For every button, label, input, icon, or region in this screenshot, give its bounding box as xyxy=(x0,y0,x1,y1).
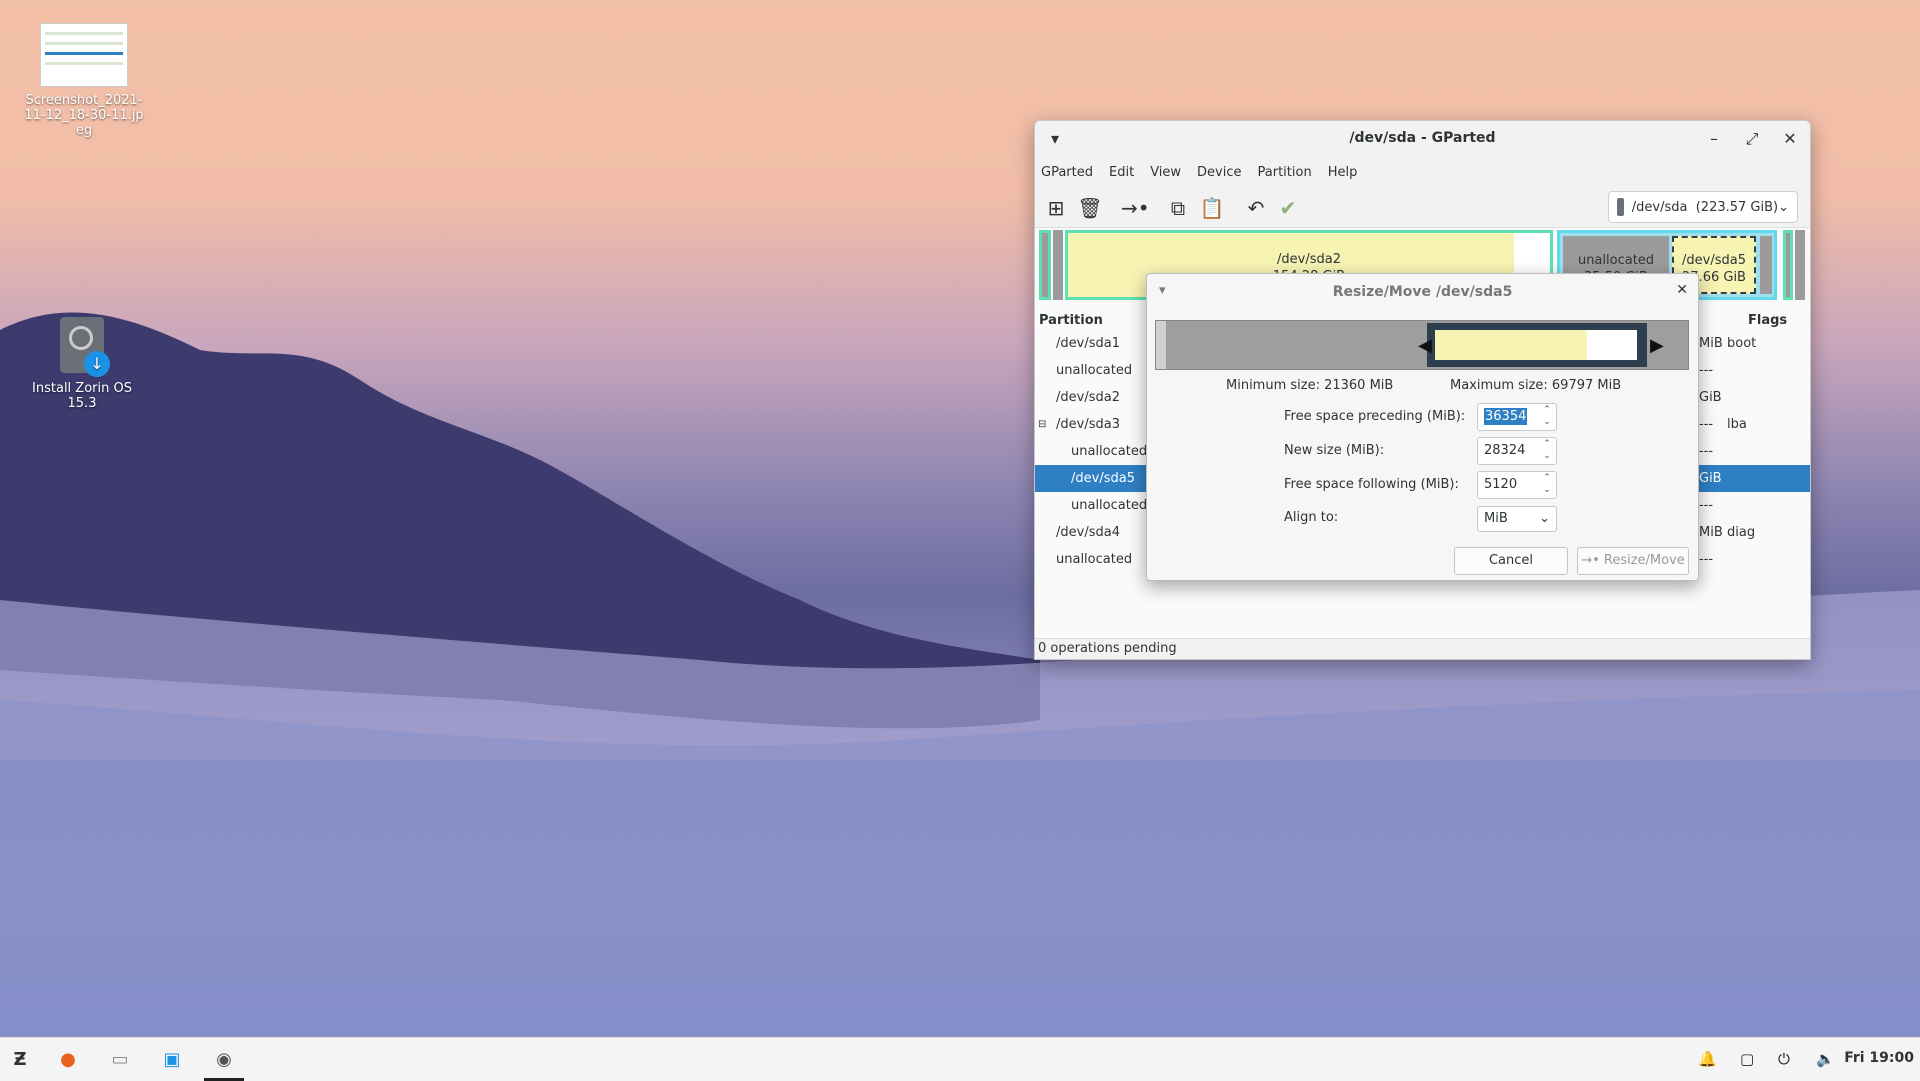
desktop-icon-label: Install Zorin OS 15.3 xyxy=(32,381,132,411)
status-bar: 0 operations pending xyxy=(1035,638,1810,659)
device-selector-label: /dev/sda (223.57 GiB) xyxy=(1631,199,1779,215)
menu-help[interactable]: Help xyxy=(1328,165,1358,180)
resize-move-label: Resize/Move xyxy=(1603,553,1685,568)
preceding-spinner[interactable]: 36354 ⌃ ⌄ xyxy=(1477,403,1557,431)
used-space xyxy=(1435,330,1587,360)
resize-move-icon: →• xyxy=(1581,553,1600,568)
column-partition[interactable]: Partition xyxy=(1039,313,1103,328)
maximize-icon[interactable]: ⤢ xyxy=(1740,127,1764,151)
close-icon[interactable]: ✕ xyxy=(1676,282,1688,298)
following-label: Free space following (MiB): xyxy=(1284,477,1459,492)
chevron-down-icon: ⌄ xyxy=(1539,511,1550,526)
desktop-icon-label: Screenshot_2021-11-12_18-30-11.jpeg xyxy=(24,93,144,138)
cancel-button[interactable]: Cancel xyxy=(1454,547,1568,575)
max-size-label: Maximum size: 69797 MiB xyxy=(1450,378,1622,393)
new-size-spinner[interactable]: 28324 ⌃ ⌄ xyxy=(1477,437,1557,465)
window-title: /dev/sda - GParted xyxy=(1349,130,1496,146)
paste-icon[interactable]: 📋 xyxy=(1199,195,1225,221)
preceding-value[interactable]: 36354 xyxy=(1484,408,1528,425)
desktop-icon-install-zorin[interactable]: ↓ Install Zorin OS 15.3 xyxy=(22,317,142,411)
menu-bar: GParted Edit View Device Partition Help xyxy=(1035,157,1810,187)
menu-partition[interactable]: Partition xyxy=(1258,165,1312,180)
taskbar: Ƶ ● ▭ ▣ ◉ 🔔 ▢ ⏻ 🔈 Fri 19:00 xyxy=(0,1037,1920,1081)
spin-arrows-icon[interactable]: ⌃ ⌄ xyxy=(1540,438,1554,462)
zorin-menu-icon[interactable]: Ƶ xyxy=(6,1046,34,1074)
dialog-title: Resize/Move /dev/sda5 xyxy=(1332,284,1513,300)
device-selector[interactable]: /dev/sda (223.57 GiB) ⌄ xyxy=(1608,191,1798,223)
desktop-icon-screenshot[interactable]: Screenshot_2021-11-12_18-30-11.jpeg xyxy=(24,23,144,138)
close-icon[interactable]: ✕ xyxy=(1778,127,1802,151)
unallocated-bar[interactable] xyxy=(1795,230,1805,300)
clock[interactable]: Fri 19:00 xyxy=(1844,1050,1914,1066)
collapse-icon[interactable]: ⊟ xyxy=(1038,411,1046,438)
gparted-taskbar-icon[interactable]: ◉ xyxy=(210,1046,238,1074)
menu-device[interactable]: Device xyxy=(1197,165,1241,180)
align-label: Align to: xyxy=(1284,510,1339,525)
unallocated-bar[interactable] xyxy=(1053,230,1063,300)
spin-arrows-icon[interactable]: ⌃ ⌄ xyxy=(1540,404,1554,428)
volume-icon[interactable]: 🔈 xyxy=(1816,1050,1835,1068)
copy-icon[interactable]: ⧉ xyxy=(1165,195,1191,221)
free-space xyxy=(1587,330,1637,360)
image-thumbnail-icon xyxy=(40,23,128,87)
new-size-value[interactable]: 28324 xyxy=(1484,443,1525,458)
menu-view[interactable]: View xyxy=(1150,165,1181,180)
apply-icon[interactable]: ✔ xyxy=(1275,195,1301,221)
partition-sda4-bar[interactable] xyxy=(1783,230,1793,300)
menu-gparted[interactable]: GParted xyxy=(1041,165,1093,180)
minimize-icon[interactable]: – xyxy=(1702,127,1726,151)
display-icon[interactable]: ▢ xyxy=(1740,1050,1754,1068)
disk-icon xyxy=(1617,198,1624,216)
align-select[interactable]: MiB ⌄ xyxy=(1477,506,1557,532)
notifications-icon[interactable]: 🔔 xyxy=(1698,1050,1717,1068)
spin-arrows-icon[interactable]: ⌃ ⌄ xyxy=(1540,472,1554,496)
download-icon: ↓ xyxy=(84,351,110,377)
installer-icon: ↓ xyxy=(60,317,110,377)
column-flags[interactable]: Flags xyxy=(1748,313,1787,328)
left-handle-icon[interactable]: ◀ xyxy=(1418,335,1432,356)
new-size-label: New size (MiB): xyxy=(1284,443,1385,458)
align-value: MiB xyxy=(1484,511,1508,526)
resize-move-dialog: ▾ Resize/Move /dev/sda5 ✕ ◀ ▶ Minimum si… xyxy=(1146,273,1699,581)
new-partition-icon[interactable]: ⊞ xyxy=(1043,195,1069,221)
following-spinner[interactable]: 5120 ⌃ ⌄ xyxy=(1477,471,1557,499)
chevron-down-icon: ⌄ xyxy=(1778,199,1789,215)
title-bar: ▾ /dev/sda - GParted – ⤢ ✕ xyxy=(1035,121,1810,157)
right-handle-icon[interactable]: ▶ xyxy=(1650,335,1664,356)
partition-block[interactable] xyxy=(1427,323,1647,367)
following-value[interactable]: 5120 xyxy=(1484,477,1517,492)
resize-move-icon[interactable]: →• xyxy=(1121,195,1150,221)
resize-slider[interactable]: ◀ ▶ xyxy=(1155,320,1689,370)
partition-sda1-bar[interactable] xyxy=(1039,230,1051,300)
power-icon[interactable]: ⏻ xyxy=(1778,1050,1790,1068)
dialog-title-bar: ▾ Resize/Move /dev/sda5 ✕ xyxy=(1147,274,1698,310)
files-icon[interactable]: ▭ xyxy=(106,1046,134,1074)
min-size-label: Minimum size: 21360 MiB xyxy=(1226,378,1394,393)
firefox-icon[interactable]: ● xyxy=(54,1046,82,1074)
delete-icon[interactable]: 🗑 xyxy=(1077,195,1103,221)
toolbar: ⊞ 🗑 →• ⧉ 📋 ↶ ✔ /dev/sda (223.57 GiB) ⌄ xyxy=(1035,187,1810,228)
resize-move-button[interactable]: →• Resize/Move xyxy=(1577,547,1689,575)
undo-icon[interactable]: ↶ xyxy=(1243,195,1269,221)
software-store-icon[interactable]: ▣ xyxy=(158,1046,186,1074)
menu-edit[interactable]: Edit xyxy=(1109,165,1134,180)
preceding-label: Free space preceding (MiB): xyxy=(1284,409,1466,424)
